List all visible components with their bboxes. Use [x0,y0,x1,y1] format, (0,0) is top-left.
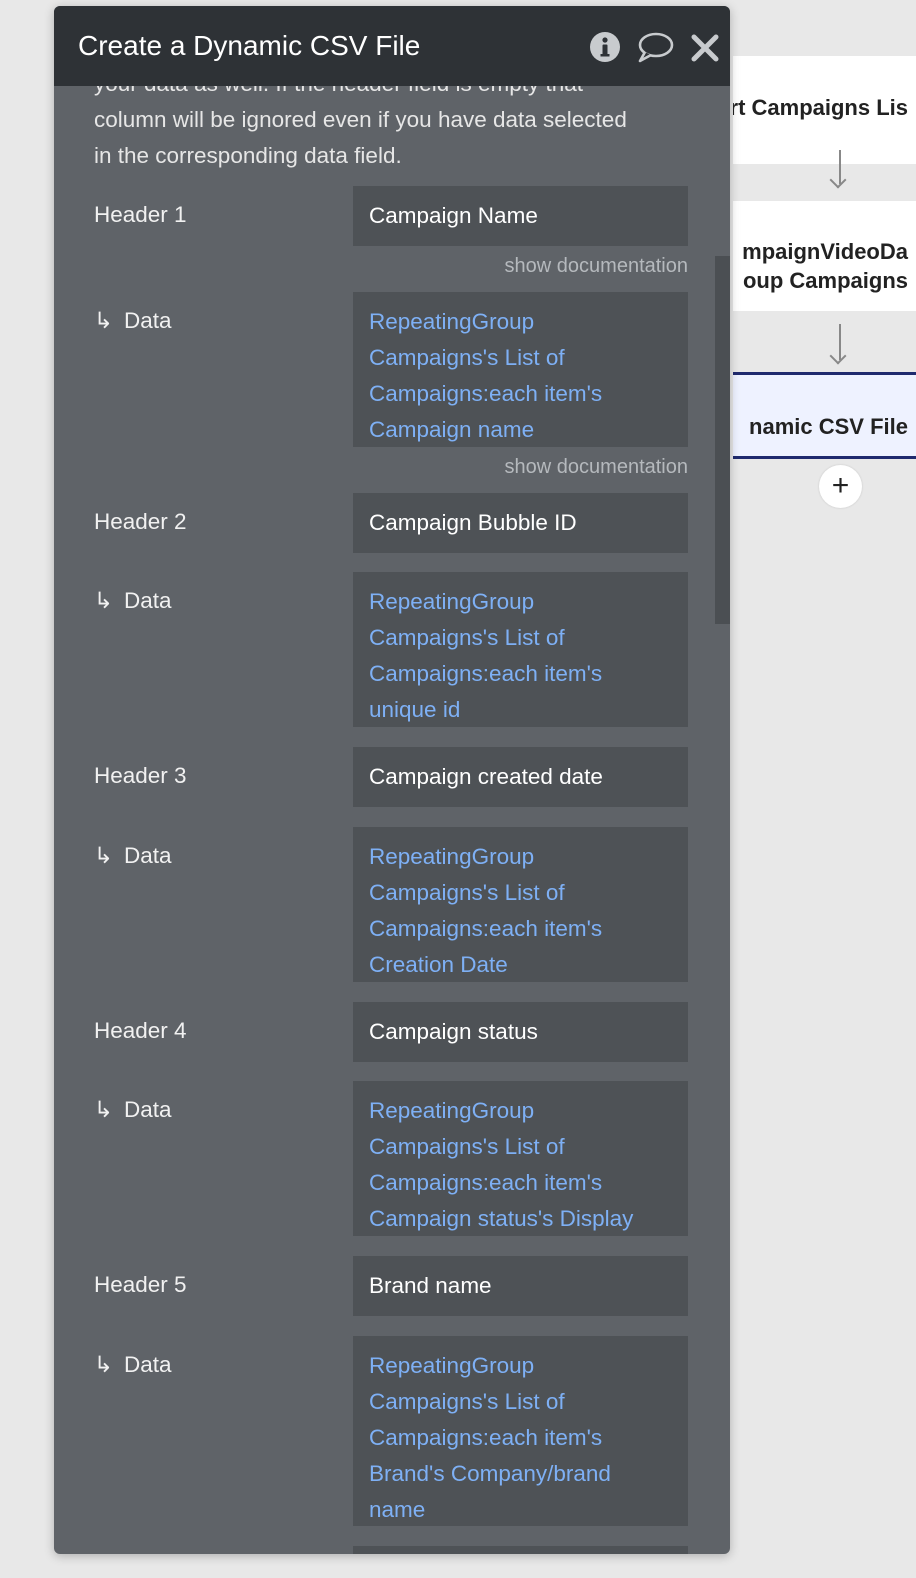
data-5-expression[interactable]: RepeatingGroup Campaigns's List of Campa… [353,1336,688,1526]
header-5-input[interactable]: Brand name [353,1256,688,1316]
data-4-expression[interactable]: RepeatingGroup Campaigns's List of Campa… [353,1081,688,1236]
return-arrow-icon: ↳ [94,588,113,613]
panel-scrollbar[interactable] [715,256,730,624]
panel-title: Create a Dynamic CSV File [78,30,421,61]
data-5-label: ↳ Data [94,1350,172,1380]
add-step-button[interactable]: + [819,465,862,508]
header-3-input[interactable]: Campaign created date [353,747,688,807]
workflow-connector-arrow [839,150,841,184]
return-arrow-icon: ↳ [94,1352,113,1377]
header-1-label: Header 1 [94,202,187,227]
comment-icon[interactable] [636,30,674,69]
return-arrow-icon: ↳ [94,1097,113,1122]
description-text: your data as well. If the header field i… [94,86,627,168]
panel-body: your data as well. If the header field i… [54,86,730,1554]
plus-icon: + [831,469,850,502]
data-4-label: ↳ Data [94,1095,172,1125]
close-icon[interactable] [690,30,720,69]
panel-header: Create a Dynamic CSV File [54,6,730,86]
info-icon[interactable] [588,30,622,69]
header-3-label: Header 3 [94,763,187,788]
workflow-step-label: mpaignVideoDa oup Campaigns [742,239,908,293]
header-6-input[interactable] [353,1546,688,1554]
return-arrow-icon: ↳ [94,308,113,333]
header-1-input[interactable]: Campaign Name [353,186,688,246]
data-1-label: ↳ Data [94,306,172,336]
data-3-expression[interactable]: RepeatingGroup Campaigns's List of Campa… [353,827,688,982]
show-documentation-link[interactable]: show documentation [505,454,688,480]
workflow-step-dynamic-csv-selected[interactable]: namic CSV File [733,372,916,459]
return-arrow-icon: ↳ [94,843,113,868]
header-4-input[interactable]: Campaign status [353,1002,688,1062]
header-4-label: Header 4 [94,1018,187,1043]
workflow-step-label: namic CSV File [749,414,908,439]
header-2-label: Header 2 [94,509,187,534]
property-editor-panel: Create a Dynamic CSV File your data as w… [54,6,730,1554]
data-2-label: ↳ Data [94,586,172,616]
data-1-expression[interactable]: RepeatingGroup Campaigns's List of Campa… [353,292,688,447]
header-5-label: Header 5 [94,1272,187,1297]
workflow-step-label: rt Campaigns Lis [733,95,908,120]
workflow-step-campaign-video-data[interactable]: mpaignVideoDa oup Campaigns [733,201,916,311]
show-documentation-link[interactable]: show documentation [505,253,688,279]
workflow-step-export-campaigns[interactable]: rt Campaigns Lis [733,56,916,164]
data-2-expression[interactable]: RepeatingGroup Campaigns's List of Campa… [353,572,688,727]
data-3-label: ↳ Data [94,841,172,871]
header-2-input[interactable]: Campaign Bubble ID [353,493,688,553]
workflow-connector-arrow [839,324,841,360]
